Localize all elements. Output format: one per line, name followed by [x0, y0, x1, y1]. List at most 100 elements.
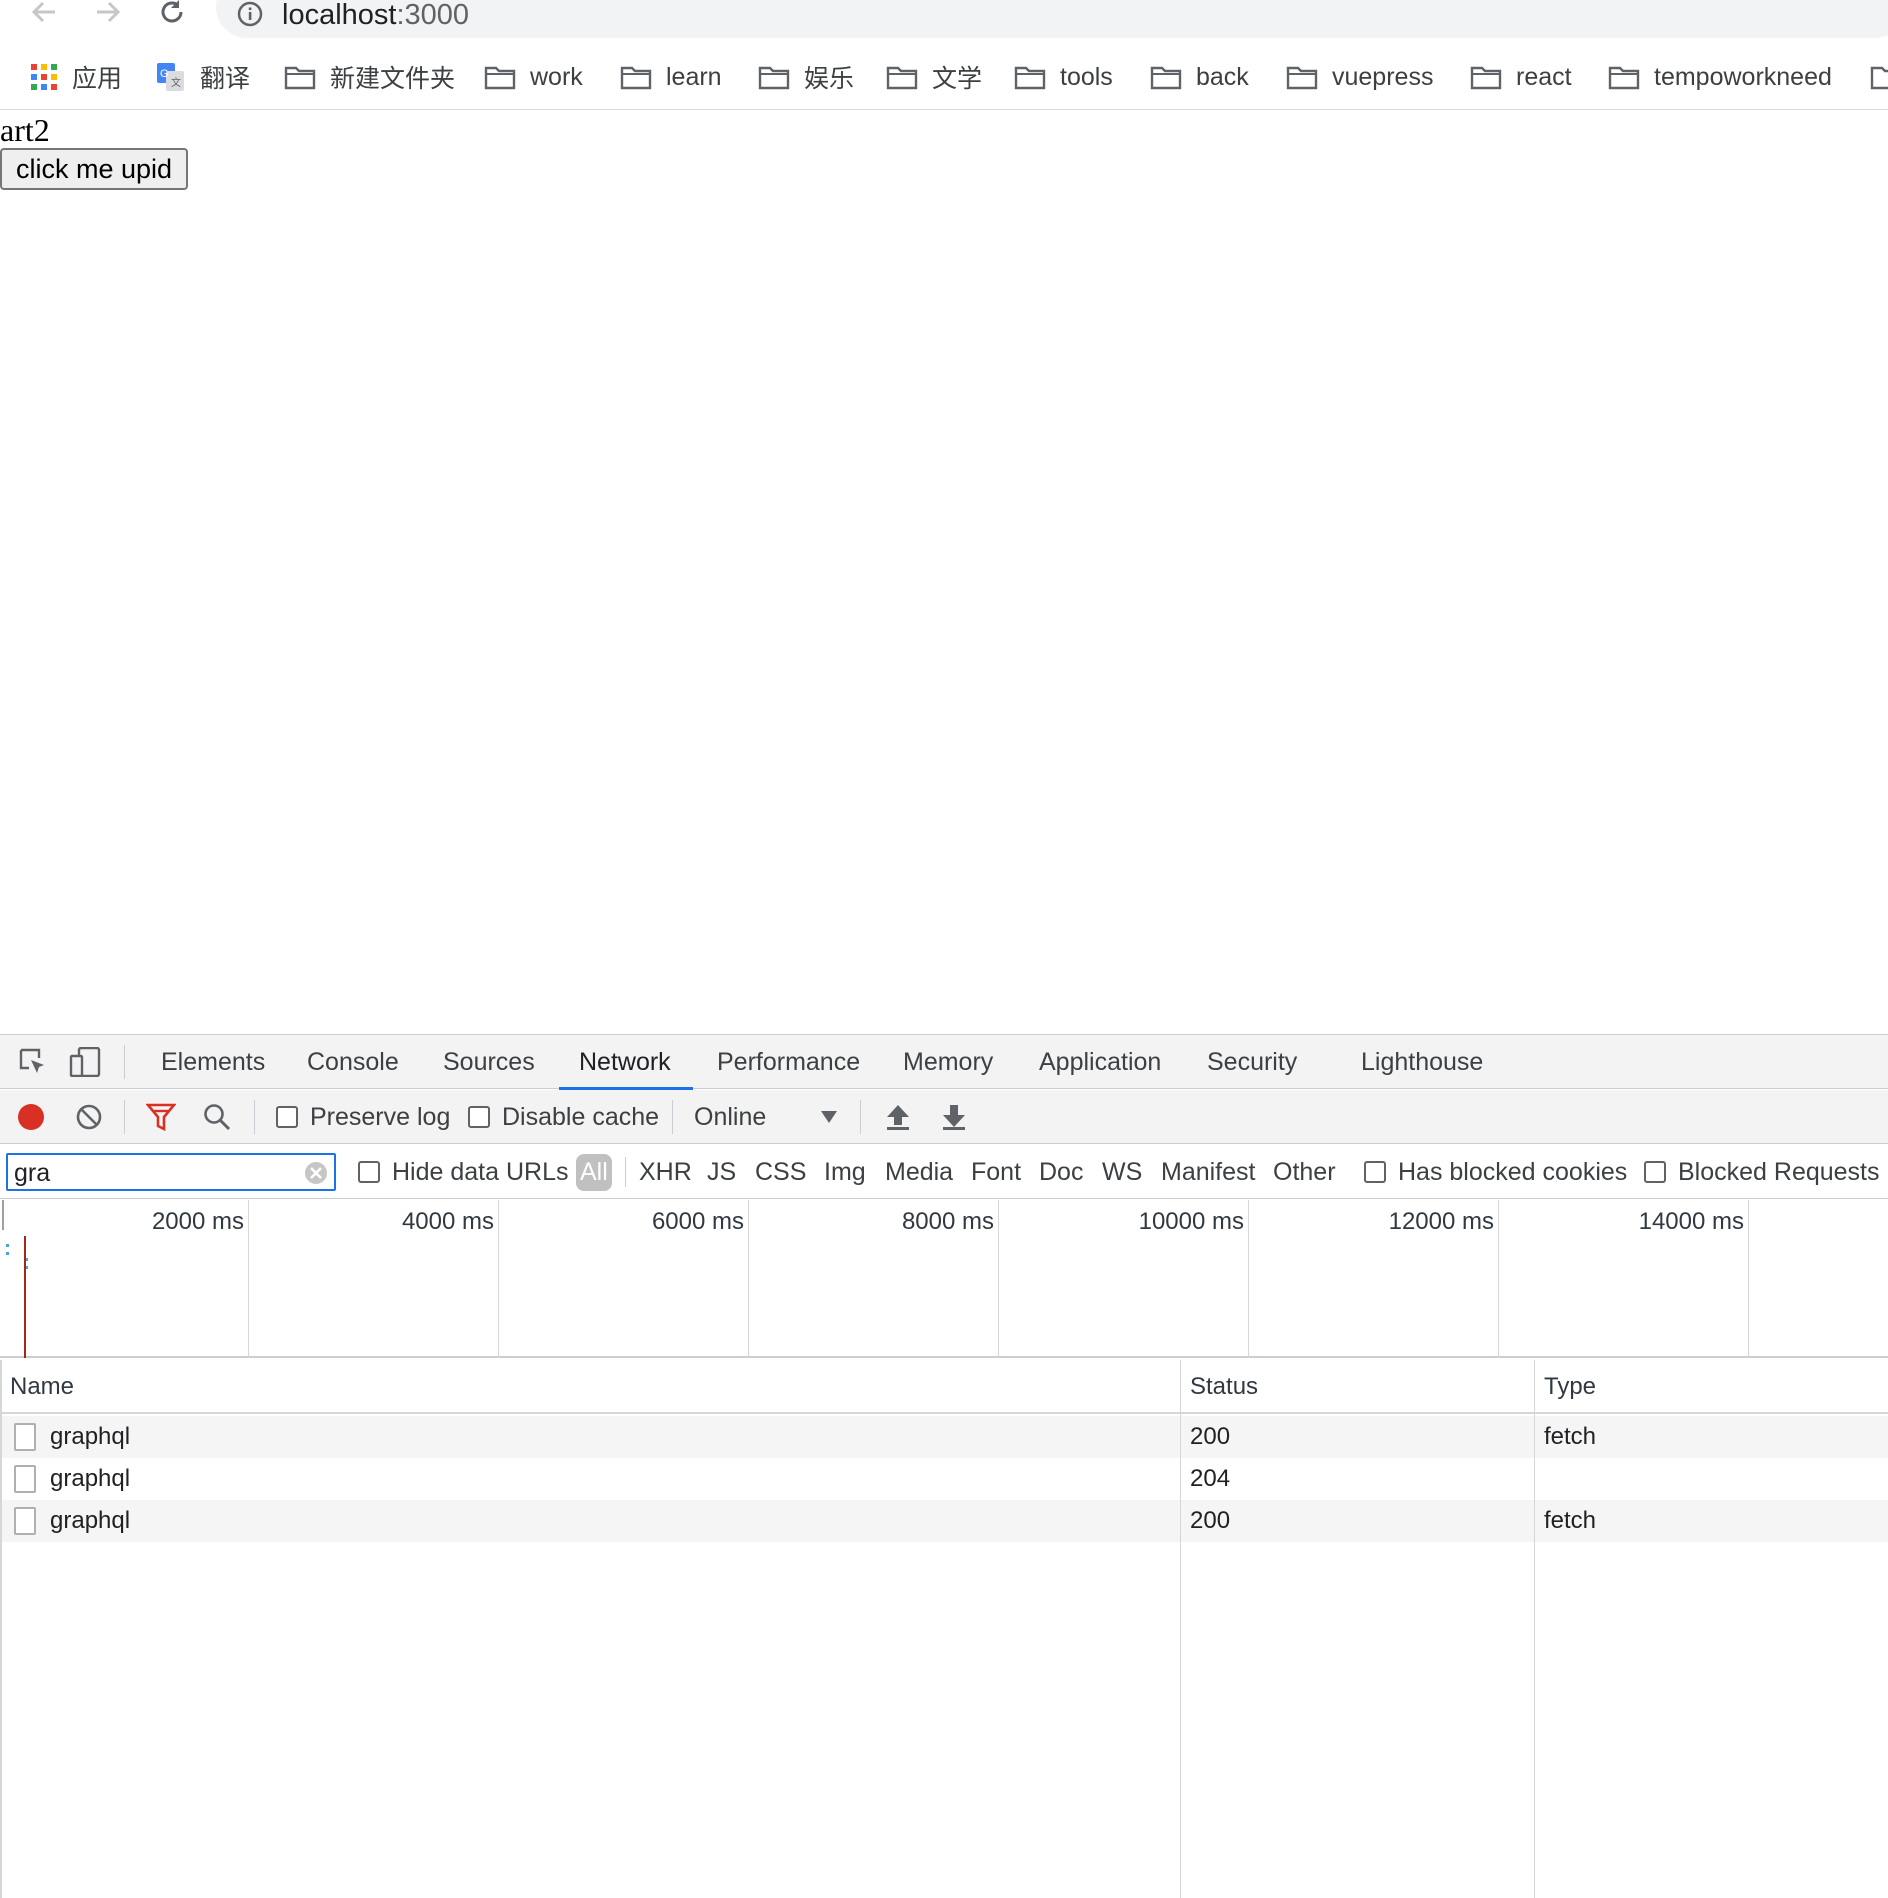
bookmark-overflow[interactable]: [1870, 54, 1888, 100]
throttling-dropdown[interactable]: [812, 1100, 846, 1134]
request-name: graphql: [50, 1465, 131, 1492]
toolbar-divider: [254, 1100, 255, 1134]
column-header-status[interactable]: Status: [1190, 1360, 1258, 1414]
filter-type-manifest[interactable]: Manifest: [1161, 1145, 1255, 1199]
filter-type-js[interactable]: JS: [707, 1145, 736, 1199]
filter-type-other[interactable]: Other: [1273, 1145, 1336, 1199]
disable-cache-checkbox[interactable]: Disable cache: [468, 1090, 659, 1144]
network-request-table: graphql 200 fetch graphql 204 graphql 20…: [0, 1360, 1888, 1898]
arrow-right-icon: [97, 1, 121, 23]
timeline-gridline: [748, 1200, 749, 1358]
tab-application[interactable]: Application: [1039, 1035, 1161, 1089]
bookmark-label: 娱乐: [804, 65, 855, 93]
bookmark-folder[interactable]: 新建文件夹: [284, 54, 455, 100]
column-divider[interactable]: [1180, 1360, 1181, 1898]
timeline-label: 2000 ms: [151, 1208, 244, 1235]
filter-type-font[interactable]: Font: [971, 1145, 1021, 1199]
device-mode-icon: [69, 1047, 101, 1077]
back-button[interactable]: [24, 0, 64, 32]
checkbox-box[interactable]: [468, 1106, 490, 1128]
network-overview-timeline[interactable]: 2000 ms 4000 ms 6000 ms 8000 ms 10000 ms…: [0, 1200, 1888, 1358]
bookmark-translate[interactable]: G文 翻译: [156, 54, 250, 100]
filter-toggle-button[interactable]: [144, 1100, 178, 1134]
upload-icon: [887, 1105, 909, 1130]
clear-icon: [76, 1104, 102, 1130]
checkbox-box[interactable]: [1644, 1161, 1666, 1183]
tab-elements[interactable]: Elements: [161, 1035, 265, 1089]
toolbar-divider: [860, 1100, 861, 1134]
checkbox-box[interactable]: [276, 1106, 298, 1128]
filter-type-img[interactable]: Img: [824, 1145, 866, 1199]
folder-icon: [1150, 66, 1182, 90]
bookmark-folder[interactable]: tempoworkneed: [1608, 54, 1832, 100]
filter-type-all[interactable]: All: [576, 1145, 612, 1199]
has-blocked-cookies-checkbox[interactable]: Has blocked cookies: [1364, 1145, 1627, 1199]
column-divider[interactable]: [1534, 1360, 1535, 1898]
filter-type-ws[interactable]: WS: [1102, 1145, 1142, 1199]
reload-button[interactable]: [152, 0, 192, 32]
click-me-button[interactable]: click me upid: [0, 148, 189, 190]
table-row[interactable]: graphql 200 fetch: [0, 1500, 1888, 1542]
timeline-label: 10000 ms: [1138, 1208, 1244, 1235]
request-status: 200: [1190, 1423, 1231, 1450]
network-filter-bar: Hide data URLs All XHR JS CSS Img Media …: [0, 1145, 1888, 1199]
table-row[interactable]: graphql 204: [0, 1458, 1888, 1500]
filter-input-box[interactable]: [6, 1153, 336, 1191]
filter-type-doc[interactable]: Doc: [1039, 1145, 1083, 1199]
bookmark-folder[interactable]: learn: [620, 54, 722, 100]
clear-filter-icon[interactable]: [304, 1161, 328, 1185]
filter-type-xhr[interactable]: XHR: [639, 1145, 692, 1199]
hide-data-urls-checkbox[interactable]: Hide data URLs: [358, 1145, 568, 1199]
bookmark-folder[interactable]: vuepress: [1286, 54, 1433, 100]
request-type: fetch: [1544, 1423, 1597, 1450]
device-toolbar-button[interactable]: [68, 1045, 102, 1079]
toolbar-divider: [625, 1157, 626, 1187]
address-bar[interactable]: localhost:3000: [216, 0, 1888, 38]
filter-input[interactable]: [14, 1159, 294, 1187]
filter-type-css[interactable]: CSS: [755, 1145, 806, 1199]
bookmark-label: 新建文件夹: [330, 65, 456, 93]
preserve-log-checkbox[interactable]: Preserve log: [276, 1090, 450, 1144]
document-icon: [14, 1507, 36, 1535]
info-icon[interactable]: [236, 0, 264, 28]
tab-sources[interactable]: Sources: [443, 1035, 535, 1089]
throttling-select[interactable]: Online: [694, 1090, 766, 1144]
filter-type-media[interactable]: Media: [885, 1145, 953, 1199]
folder-icon: [1870, 66, 1888, 90]
clear-button[interactable]: [72, 1100, 106, 1134]
tab-performance[interactable]: Performance: [717, 1035, 860, 1089]
bookmark-folder[interactable]: tools: [1014, 54, 1113, 100]
inspect-element-button[interactable]: [16, 1045, 50, 1079]
import-har-button[interactable]: [881, 1100, 915, 1134]
tab-memory[interactable]: Memory: [903, 1035, 993, 1089]
table-row[interactable]: graphql 200 fetch: [0, 1416, 1888, 1458]
column-header-name[interactable]: Name: [10, 1360, 74, 1414]
bookmark-folder[interactable]: back: [1150, 54, 1249, 100]
load-event-line: [24, 1236, 26, 1358]
bookmark-folder[interactable]: 文学: [886, 54, 982, 100]
checkbox-box[interactable]: [1364, 1161, 1386, 1183]
bookmark-folder[interactable]: react: [1470, 54, 1572, 100]
forward-button[interactable]: [88, 0, 128, 32]
timeline-label: 14000 ms: [1638, 1208, 1744, 1235]
record-button[interactable]: [14, 1100, 48, 1134]
bookmark-apps[interactable]: 应用: [30, 54, 122, 100]
tab-console[interactable]: Console: [307, 1035, 399, 1089]
export-har-button[interactable]: [937, 1100, 971, 1134]
blocked-requests-checkbox[interactable]: Blocked Requests: [1644, 1145, 1880, 1199]
network-control-bar: Preserve log Disable cache Online: [0, 1090, 1888, 1144]
tab-lighthouse[interactable]: Lighthouse: [1361, 1035, 1483, 1089]
bookmark-folder[interactable]: work: [484, 54, 583, 100]
request-name: graphql: [50, 1507, 131, 1534]
timeline-gridline: [1748, 1200, 1749, 1358]
column-header-type[interactable]: Type: [1544, 1360, 1596, 1414]
search-button[interactable]: [200, 1100, 234, 1134]
apps-grid-icon: [31, 64, 57, 90]
tab-security[interactable]: Security: [1207, 1035, 1297, 1089]
bookmark-folder[interactable]: 娱乐: [758, 54, 854, 100]
checkbox-box[interactable]: [358, 1161, 380, 1183]
folder-icon: [1286, 66, 1318, 90]
timeline-gridline: [498, 1200, 499, 1358]
toolbar-divider: [124, 1045, 125, 1079]
tab-network[interactable]: Network: [559, 1035, 693, 1090]
